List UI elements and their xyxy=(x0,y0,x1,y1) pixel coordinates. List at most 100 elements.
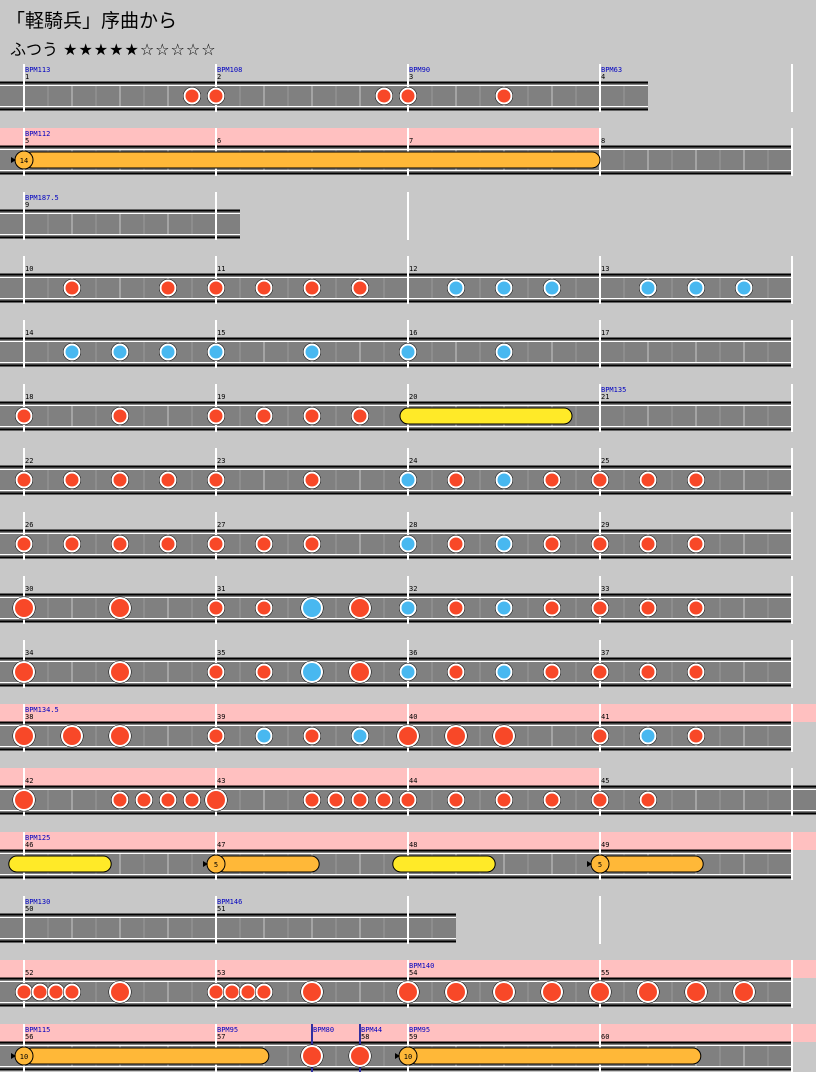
don-note xyxy=(591,727,609,745)
ka-note xyxy=(639,279,657,297)
don-note xyxy=(399,791,417,809)
big-don-note xyxy=(109,725,131,747)
big-don-note xyxy=(301,981,323,1003)
ka-note xyxy=(687,279,705,297)
measure-number: 34 xyxy=(25,649,33,657)
measure-number: 24 xyxy=(409,457,417,465)
ka-note xyxy=(399,343,417,361)
measure-number: 59 xyxy=(409,1033,417,1041)
balloon-note xyxy=(599,855,704,873)
measure-number: 45 xyxy=(601,777,609,785)
balloon-note xyxy=(23,1047,270,1065)
don-note xyxy=(639,599,657,617)
ka-note xyxy=(495,535,513,553)
ka-note xyxy=(159,343,177,361)
don-note xyxy=(159,471,177,489)
big-don-note xyxy=(493,981,515,1003)
don-note xyxy=(591,599,609,617)
big-don-note xyxy=(109,661,131,683)
don-note xyxy=(447,599,465,617)
big-don-note xyxy=(13,661,35,683)
ka-note xyxy=(255,727,273,745)
don-note xyxy=(31,983,49,1001)
don-note xyxy=(543,663,561,681)
measure-number: 26 xyxy=(25,521,33,529)
ka-note xyxy=(111,343,129,361)
measure-number: 3 xyxy=(409,73,413,81)
big-don-note xyxy=(349,597,371,619)
bpm-label: BPM80 xyxy=(313,1026,334,1034)
balloon-count: 10 xyxy=(404,1053,412,1061)
ka-note xyxy=(447,279,465,297)
don-note xyxy=(399,87,417,105)
measure-number: 11 xyxy=(217,265,225,273)
ka-note xyxy=(303,343,321,361)
balloon-count: 5 xyxy=(214,861,218,869)
measure-number: 19 xyxy=(217,393,225,401)
don-note xyxy=(543,791,561,809)
don-note xyxy=(223,983,241,1001)
ka-note xyxy=(495,599,513,617)
don-note xyxy=(303,471,321,489)
measure-number: 23 xyxy=(217,457,225,465)
measure-number: 4 xyxy=(601,73,605,81)
drumroll-note xyxy=(8,855,112,873)
don-note xyxy=(375,87,393,105)
measure-number: 49 xyxy=(601,841,609,849)
measure-number: 20 xyxy=(409,393,417,401)
don-note xyxy=(207,663,225,681)
measure-number: 57 xyxy=(217,1033,225,1041)
ka-note xyxy=(63,343,81,361)
balloon-count: 14 xyxy=(20,157,28,165)
don-note xyxy=(639,663,657,681)
measure-number: 29 xyxy=(601,521,609,529)
gogo-band xyxy=(0,768,600,786)
drumroll-note xyxy=(399,407,573,425)
measure-number: 17 xyxy=(601,329,609,337)
balloon-count: 10 xyxy=(20,1053,28,1061)
measure-number: 46 xyxy=(25,841,33,849)
don-note xyxy=(207,535,225,553)
measure-number: 30 xyxy=(25,585,33,593)
big-ka-note xyxy=(301,597,323,619)
measure-number: 16 xyxy=(409,329,417,337)
measure-number: 32 xyxy=(409,585,417,593)
don-note xyxy=(591,663,609,681)
ka-note xyxy=(495,471,513,489)
don-note xyxy=(183,87,201,105)
don-note xyxy=(591,535,609,553)
big-don-note xyxy=(13,789,35,811)
ka-note xyxy=(495,343,513,361)
bpm-label: BPM187.5 xyxy=(25,194,59,202)
measure-number: 31 xyxy=(217,585,225,593)
measure-number: 51 xyxy=(217,905,225,913)
measure-number: 36 xyxy=(409,649,417,657)
measure-number: 50 xyxy=(25,905,33,913)
measure-number: 33 xyxy=(601,585,609,593)
don-note xyxy=(207,87,225,105)
don-note xyxy=(639,535,657,553)
big-don-note xyxy=(493,725,515,747)
ka-note xyxy=(399,535,417,553)
ka-note xyxy=(351,727,369,745)
ka-note xyxy=(735,279,753,297)
don-note xyxy=(15,407,33,425)
don-note xyxy=(687,727,705,745)
big-don-note xyxy=(733,981,755,1003)
measure-number: 27 xyxy=(217,521,225,529)
don-note xyxy=(111,471,129,489)
measure-number: 13 xyxy=(601,265,609,273)
measure-number: 41 xyxy=(601,713,609,721)
ka-note xyxy=(495,663,513,681)
don-note xyxy=(63,535,81,553)
ka-note xyxy=(399,599,417,617)
don-note xyxy=(239,983,257,1001)
don-note xyxy=(375,791,393,809)
don-note xyxy=(303,791,321,809)
don-note xyxy=(63,471,81,489)
note-lane xyxy=(0,82,648,110)
don-note xyxy=(135,791,153,809)
don-note xyxy=(639,471,657,489)
big-don-note xyxy=(445,725,467,747)
don-note xyxy=(543,599,561,617)
